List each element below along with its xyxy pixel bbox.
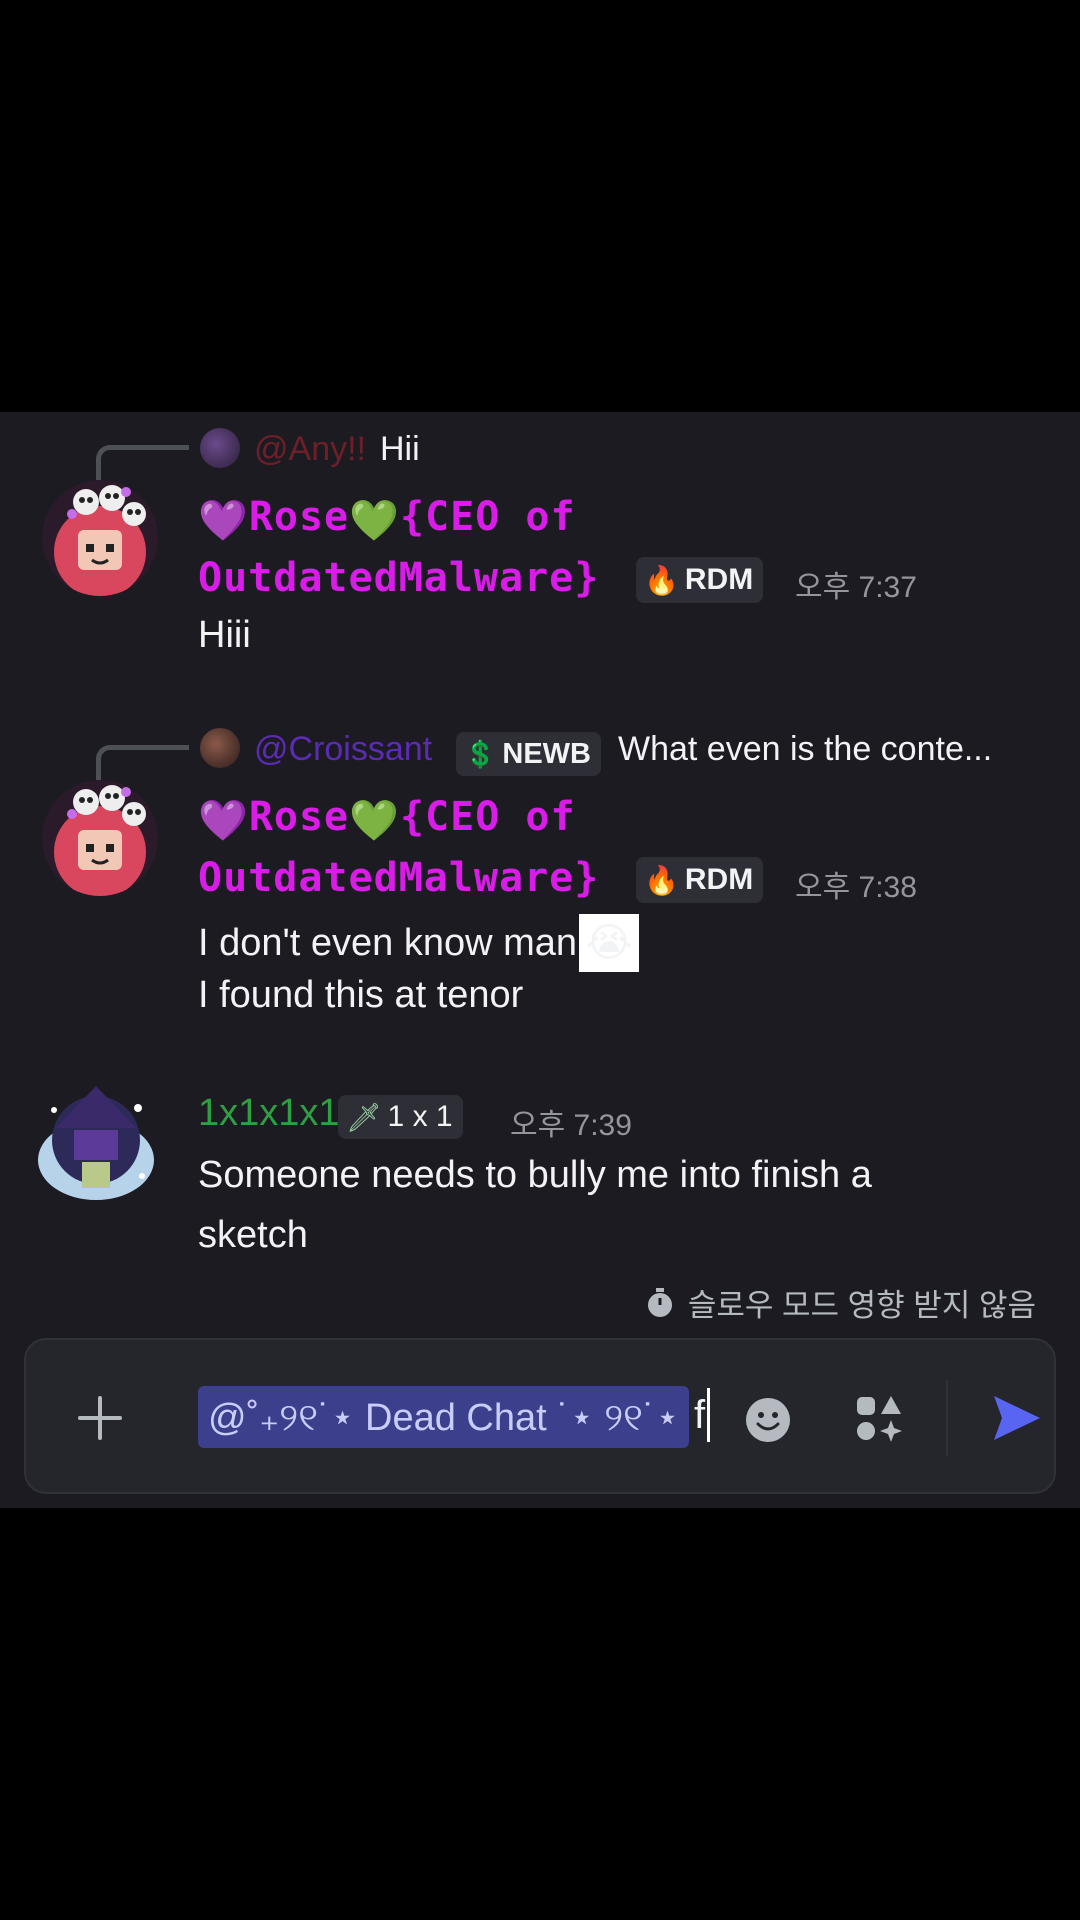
reply-avatar[interactable] (200, 728, 240, 768)
role-tag-label: 1 x 1 (387, 1100, 453, 1133)
slowmode-notice: 슬로우 모드 영향 받지 않음 (646, 1280, 1036, 1325)
avatar[interactable] (42, 480, 158, 596)
reply-role-tag[interactable]: 💲 NEWB (456, 732, 601, 776)
role-tag[interactable]: 🔥 RDM (636, 857, 764, 903)
role-tag[interactable]: 🔥 RDM (636, 557, 764, 603)
role-tag[interactable]: 🗡 1 x 1 (338, 1095, 463, 1139)
message-input[interactable]: f (694, 1388, 711, 1442)
reply-role-tag-label: NEWB (502, 737, 591, 770)
green-heart-icon: 💚 (349, 498, 400, 544)
stopwatch-icon (647, 1287, 672, 1317)
reply-username[interactable]: @Croissant (254, 730, 432, 769)
divider (946, 1380, 948, 1456)
chat-panel: @Any!! Hii 💜Rose💚{CEO of OutdatedMalware… (0, 412, 1080, 1508)
author-name-line2[interactable]: OutdatedMalware} (198, 855, 599, 901)
mention-pill[interactable]: @˚₊୨୧˙⋆ Dead Chat ˙⋆ ୨୧˙⋆ (198, 1386, 690, 1448)
dollar-icon: 💲 (464, 738, 497, 769)
reply-username[interactable]: @Any!! (254, 430, 366, 469)
fire-icon: 🔥 (644, 864, 679, 896)
smile-icon[interactable] (744, 1396, 792, 1444)
timestamp: 오후 7:37 (795, 571, 917, 604)
reply-preview[interactable]: Hii (380, 430, 420, 469)
message-line: I don't even know man 😭 (198, 914, 640, 972)
apps-icon[interactable] (854, 1394, 904, 1444)
sword-icon: 🗡 (346, 1101, 382, 1133)
author-name-part: {CEO of (399, 494, 576, 540)
message-text: I don't even know man (198, 921, 578, 964)
plus-icon[interactable] (76, 1394, 124, 1442)
timestamp: 오후 7:38 (795, 871, 917, 904)
reply-avatar[interactable] (200, 428, 240, 468)
slowmode-text: 슬로우 모드 영향 받지 않음 (687, 1288, 1036, 1323)
message-text: sketch (198, 1214, 308, 1256)
reply-preview[interactable]: What even is the conte... (618, 730, 992, 769)
message-text: I found this at tenor (198, 974, 524, 1016)
author-name-part: Rose (248, 494, 350, 540)
role-tag-label: RDM (684, 863, 754, 896)
avatar[interactable] (42, 780, 158, 896)
message-text: Hiii (198, 614, 251, 656)
avatar[interactable] (34, 1080, 158, 1204)
author-name-part: Rose (248, 794, 350, 840)
green-heart-icon: 💚 (349, 798, 400, 844)
author-name[interactable]: 1x1x1x1 (198, 1092, 340, 1135)
send-icon[interactable] (992, 1394, 1042, 1442)
reply-connector (96, 745, 189, 780)
author-name-line2[interactable]: OutdatedMalware} (198, 555, 599, 601)
fire-icon: 🔥 (644, 564, 679, 596)
timestamp: 오후 7:39 (510, 1109, 632, 1142)
message-composer: @˚₊୨୧˙⋆ Dead Chat ˙⋆ ୨୧˙⋆ f (24, 1338, 1056, 1494)
message-text: Someone needs to bully me into finish a (198, 1154, 872, 1196)
author-name-part: {CEO of (399, 794, 576, 840)
purple-heart-icon: 💜 (198, 798, 249, 844)
crying-emoji-icon[interactable]: 😭 (579, 914, 640, 972)
author-name[interactable]: 💜Rose💚{CEO of (198, 794, 576, 844)
reply-connector (96, 445, 189, 480)
role-tag-label: RDM (684, 563, 754, 596)
purple-heart-icon: 💜 (198, 498, 249, 544)
author-name[interactable]: 💜Rose💚{CEO of (198, 494, 576, 544)
